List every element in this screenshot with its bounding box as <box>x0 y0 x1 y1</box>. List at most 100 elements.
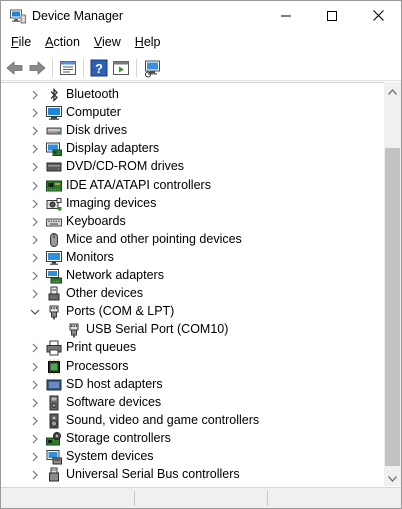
menu-action[interactable]: Action <box>38 32 87 53</box>
tree-node[interactable]: Processors <box>1 358 383 376</box>
menu-file[interactable]: File <box>4 32 38 53</box>
chevron-right-icon[interactable] <box>29 451 41 463</box>
chevron-right-icon[interactable] <box>29 216 41 228</box>
tree-node-label: Ports (COM & LPT) <box>66 304 175 319</box>
tree-node[interactable]: Keyboards <box>1 213 383 231</box>
chevron-up-icon <box>388 84 397 98</box>
chevron-right-icon[interactable] <box>29 361 41 373</box>
back-button[interactable] <box>5 58 25 78</box>
chevron-down-icon <box>388 471 397 485</box>
tree-node[interactable]: Ports (COM & LPT) <box>1 303 383 321</box>
chevron-right-icon[interactable] <box>29 397 41 409</box>
window-title: Device Manager <box>32 9 124 23</box>
tree-node[interactable]: Software devices <box>1 394 383 412</box>
menu-view[interactable]: View <box>87 32 128 53</box>
back-arrow-icon <box>5 61 25 81</box>
run-icon <box>111 61 131 81</box>
tree-node[interactable]: SD host adapters <box>1 376 383 394</box>
chevron-right-icon[interactable] <box>29 234 41 246</box>
tree-node[interactable]: Network adapters <box>1 267 383 285</box>
tree-node-label: Bluetooth <box>66 87 119 101</box>
storage-controller-icon <box>46 431 62 447</box>
chevron-right-icon[interactable] <box>29 161 41 173</box>
toolbar-separator <box>136 59 137 77</box>
toolbar-separator <box>52 59 53 77</box>
help-button[interactable]: ? <box>89 58 109 78</box>
forward-button[interactable] <box>27 58 47 78</box>
tree-node[interactable]: Mice and other pointing devices <box>1 231 383 249</box>
minimize-icon <box>281 10 291 24</box>
device-tree[interactable]: Bluetooth Computer Disk drives Display adap… <box>1 82 401 486</box>
software-device-icon <box>46 395 62 411</box>
chevron-right-icon[interactable] <box>29 198 41 210</box>
title-bar[interactable]: Device Manager <box>1 1 401 32</box>
computer-device-icon <box>10 9 26 24</box>
properties-icon <box>58 61 78 81</box>
camera-icon <box>46 196 62 212</box>
tree-node-label: DVD/CD-ROM drives <box>66 159 185 174</box>
run-button[interactable] <box>111 58 131 78</box>
port-icon <box>66 322 82 338</box>
tree-node[interactable]: Print queues <box>1 339 383 357</box>
scroll-thumb[interactable] <box>385 148 400 466</box>
tree-node[interactable]: IDE ATA/ATAPI controllers <box>1 177 383 195</box>
tree-node-label: Network adapters <box>66 268 164 282</box>
chevron-right-icon[interactable] <box>29 143 41 155</box>
properties-button[interactable] <box>58 58 78 78</box>
chevron-right-icon[interactable] <box>29 415 41 427</box>
vertical-scrollbar[interactable] <box>384 82 401 486</box>
close-button[interactable] <box>355 1 401 32</box>
tree-node-label: Display adapters <box>66 141 160 156</box>
scroll-down-button[interactable] <box>384 469 401 486</box>
tree-node[interactable]: Sound, video and game controllers <box>1 412 383 430</box>
disk-drive-icon <box>46 123 62 139</box>
chevron-down-icon[interactable] <box>29 306 41 318</box>
svg-text:?: ? <box>95 61 103 76</box>
tree-node[interactable]: Storage controllers <box>1 430 383 448</box>
tree-node[interactable]: System devices <box>1 448 383 466</box>
chevron-right-icon[interactable] <box>29 125 41 137</box>
chevron-right-icon[interactable] <box>29 288 41 300</box>
chevron-right-icon[interactable] <box>29 433 41 445</box>
chevron-right-icon[interactable] <box>29 342 41 354</box>
toolbar: ? <box>1 54 401 81</box>
tree-node[interactable]: Monitors <box>1 249 383 267</box>
tree-node[interactable]: Universal Serial Bus controllers <box>1 466 383 484</box>
maximize-icon <box>327 10 337 24</box>
tree-node-label: Computer <box>66 105 121 120</box>
chevron-right-icon[interactable] <box>29 107 41 119</box>
chevron-right-icon[interactable] <box>29 469 41 481</box>
scan-hardware-button[interactable] <box>143 58 163 78</box>
display-adapter-icon <box>46 141 62 157</box>
sd-card-icon <box>46 377 62 393</box>
keyboard-icon <box>46 214 62 230</box>
tree-node-label: Other devices <box>66 286 144 301</box>
tree-node-label: Sound, video and game controllers <box>66 412 260 427</box>
minimize-button[interactable] <box>263 1 309 32</box>
tree-node[interactable]: Display adapters <box>1 140 383 158</box>
menu-help[interactable]: Help <box>128 32 168 53</box>
tree-node[interactable]: Other devices <box>1 285 383 303</box>
chevron-right-icon[interactable] <box>29 379 41 391</box>
chevron-right-icon[interactable] <box>29 270 41 282</box>
tree-node[interactable]: Disk drives <box>1 122 383 140</box>
tree-node-label: SD host adapters <box>66 376 163 391</box>
chevron-right-icon[interactable] <box>29 252 41 264</box>
chevron-right-icon[interactable] <box>29 180 41 192</box>
computer-icon <box>46 105 62 121</box>
maximize-button[interactable] <box>309 1 355 32</box>
scan-hardware-icon <box>143 60 163 81</box>
status-divider <box>267 491 268 506</box>
tree-node[interactable]: Imaging devices <box>1 195 383 213</box>
tree-node-label: Storage controllers <box>66 430 171 445</box>
port-icon <box>46 304 62 320</box>
tree-child-node[interactable]: USB Serial Port (COM10) <box>1 321 383 339</box>
tree-node[interactable]: DVD/CD-ROM drives <box>1 158 383 176</box>
scroll-up-button[interactable] <box>384 82 401 99</box>
tree-node-label: Print queues <box>66 340 137 355</box>
tree-node[interactable]: Bluetooth <box>1 86 383 104</box>
status-bar <box>1 487 401 508</box>
chevron-right-icon[interactable] <box>29 89 41 101</box>
dvd-drive-icon <box>46 159 62 175</box>
tree-node[interactable]: Computer <box>1 104 383 122</box>
